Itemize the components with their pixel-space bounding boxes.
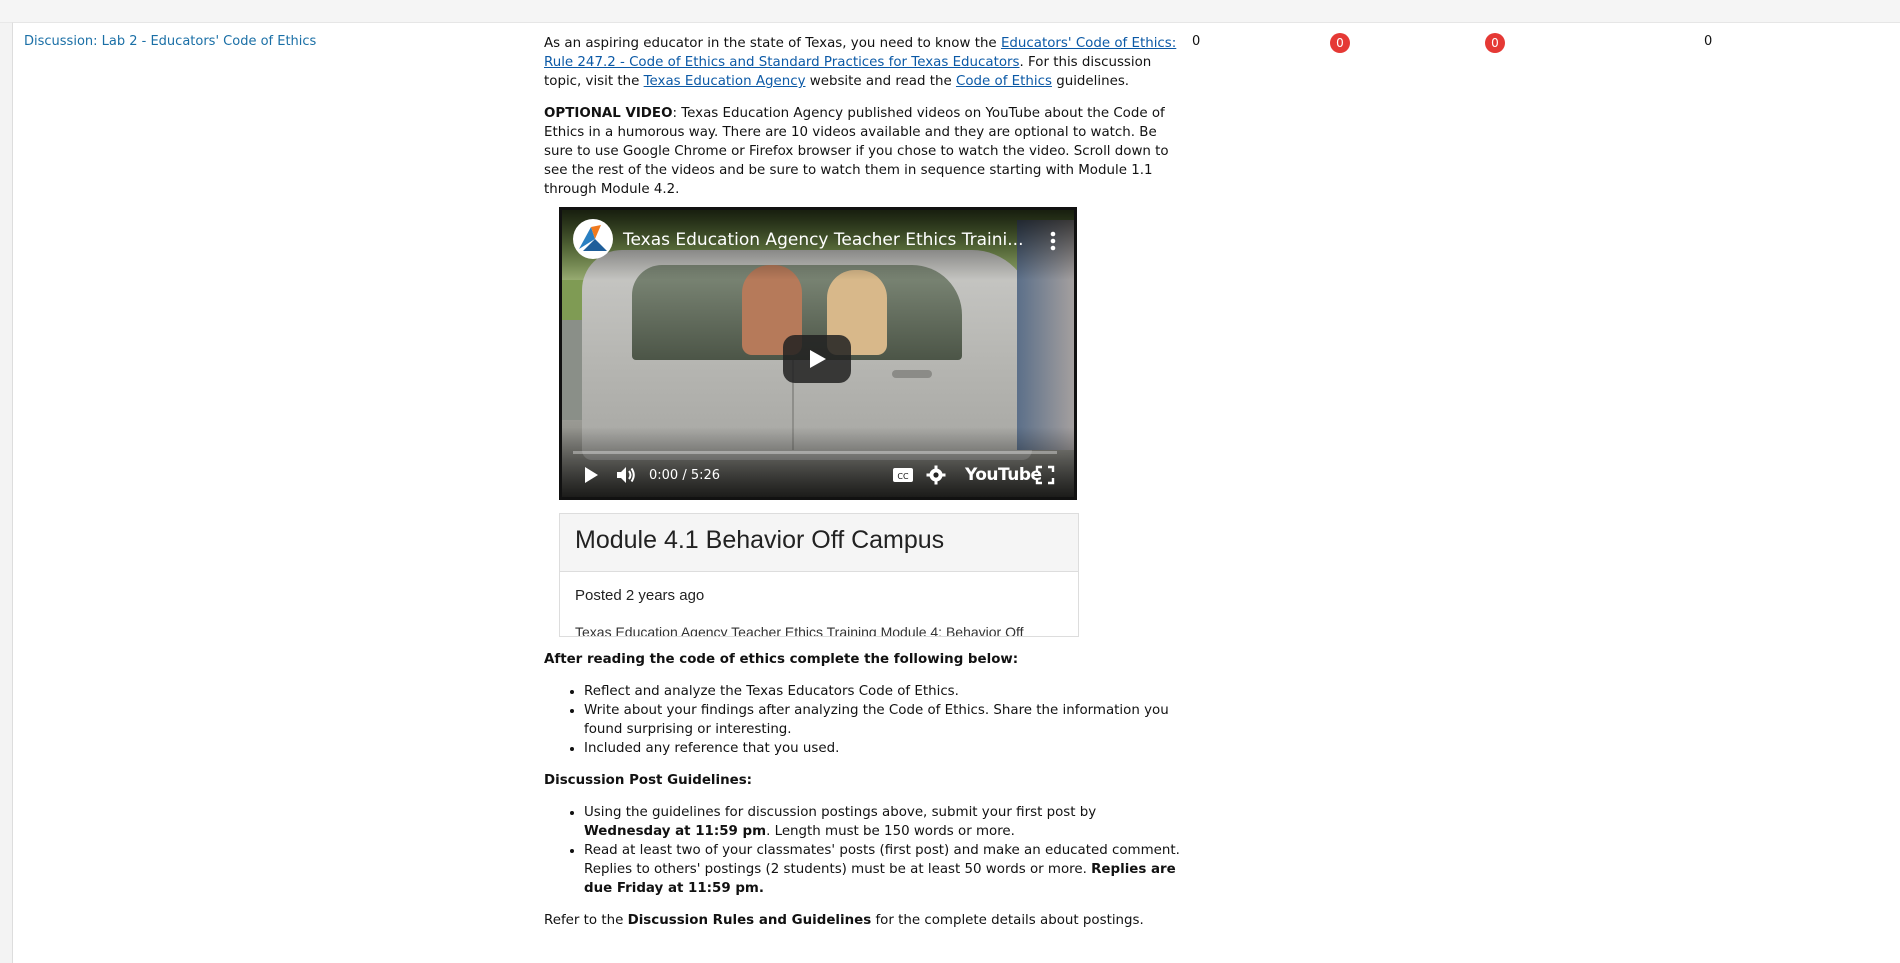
topics-count: 0: [1192, 34, 1201, 49]
instructions-list: Reflect and analyze the Texas Educators …: [544, 682, 1180, 758]
video-title[interactable]: Texas Education Agency Teacher Ethics Tr…: [623, 230, 1023, 250]
guidelines-heading: Discussion Post Guidelines:: [544, 773, 753, 788]
preview-title[interactable]: Module 4.1 Behavior Off Campus: [575, 526, 944, 555]
guideline-1-length: . Length must be 150 words or more.: [766, 824, 1015, 839]
top-divider: [0, 0, 1900, 23]
more-vert-icon[interactable]: [1043, 229, 1063, 253]
intro-text-4: guidelines.: [1051, 74, 1130, 89]
instructions-heading: After reading the code of ethics complet…: [544, 652, 1019, 667]
list-item: Write about your findings after analyzin…: [584, 701, 1180, 739]
list-item: Read at least two of your classmates' po…: [584, 841, 1180, 898]
volume-icon[interactable]: [615, 465, 637, 489]
cc-icon[interactable]: CC: [892, 467, 914, 487]
unread-replies-badge[interactable]: 0: [1485, 33, 1505, 53]
refer-text-2: for the complete details about postings.: [871, 913, 1144, 928]
list-item: Reflect and analyze the Texas Educators …: [584, 682, 1180, 701]
optional-video-label: OPTIONAL VIDEO: [544, 106, 673, 121]
channel-logo-icon[interactable]: [573, 219, 613, 259]
guideline-1-text: Using the guidelines for discussion post…: [584, 805, 1097, 820]
unread-posts-badge[interactable]: 0: [1330, 33, 1350, 53]
code-of-ethics-link[interactable]: Code of Ethics: [956, 74, 1052, 89]
intro-text-3: website and read the: [805, 74, 956, 89]
list-item: Using the guidelines for discussion post…: [584, 803, 1180, 841]
guidelines-list: Using the guidelines for discussion post…: [544, 803, 1180, 898]
settings-icon[interactable]: [926, 465, 946, 489]
last-post-count: 0: [1704, 34, 1713, 49]
video-time: 0:00 / 5:26: [649, 468, 721, 483]
preview-posted-date: Posted 2 years ago: [575, 587, 705, 604]
page: Discussion: Lab 2 - Educators' Code of E…: [0, 0, 1900, 963]
refer-paragraph: Refer to the Discussion Rules and Guidel…: [544, 911, 1180, 930]
optional-video-paragraph: OPTIONAL VIDEO: Texas Education Agency p…: [544, 104, 1180, 199]
intro-paragraph: As an aspiring educator in the state of …: [544, 34, 1180, 91]
list-item: Included any reference that you used.: [584, 739, 1180, 758]
refer-text-1: Refer to the: [544, 913, 628, 928]
youtube-logo[interactable]: YouTube: [965, 465, 1042, 485]
svg-text:CC: CC: [897, 472, 909, 481]
play-icon[interactable]: [581, 465, 601, 489]
instructions-section: After reading the code of ethics complet…: [544, 650, 1180, 943]
discussion-topic-link[interactable]: Discussion: Lab 2 - Educators' Code of E…: [24, 34, 316, 49]
fullscreen-icon[interactable]: [1035, 465, 1055, 489]
refer-rules-title: Discussion Rules and Guidelines: [627, 913, 872, 928]
play-button-icon[interactable]: [783, 335, 851, 383]
preview-excerpt: Texas Education Agency Teacher Ethics Tr…: [575, 624, 1024, 637]
guideline-1-deadline: Wednesday at 11:59 pm: [584, 824, 767, 839]
tea-link[interactable]: Texas Education Agency: [644, 74, 806, 89]
intro-text-1: As an aspiring educator in the state of …: [544, 36, 1001, 51]
topic-description: As an aspiring educator in the state of …: [544, 34, 1180, 212]
video-progress-bar[interactable]: [573, 451, 1057, 454]
youtube-embed[interactable]: Texas Education Agency Teacher Ethics Tr…: [559, 207, 1077, 500]
video-preview-card[interactable]: Module 4.1 Behavior Off Campus Posted 2 …: [559, 513, 1079, 637]
